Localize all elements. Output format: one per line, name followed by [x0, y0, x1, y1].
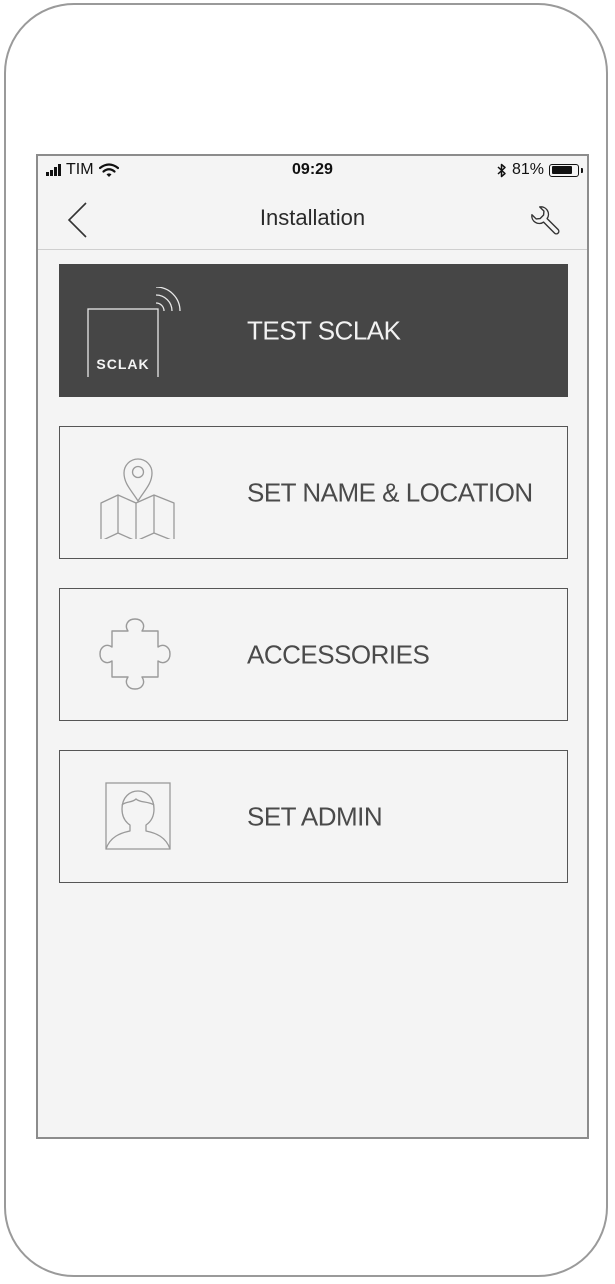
battery-percent: 81%: [511, 161, 544, 178]
menu-item-set-name-location[interactable]: SET NAME & LOCATION: [59, 426, 568, 559]
phone-frame: TIM 09:29 81% Installation SCLAK TEST SC…: [4, 3, 608, 1277]
bluetooth-icon: [497, 163, 506, 177]
menu-item-label: ACCESSORIES: [247, 639, 430, 669]
status-bar: TIM 09:29 81%: [38, 156, 587, 186]
map-pin-icon: [100, 458, 175, 539]
menu-item-label: TEST SCLAK: [247, 315, 401, 345]
battery-fill: [551, 166, 572, 174]
menu-item-accessories[interactable]: ACCESSORIES: [59, 588, 568, 721]
menu-item-label: SET NAME & LOCATION: [247, 477, 533, 507]
wrench-icon[interactable]: [525, 200, 565, 240]
user-portrait-icon: [105, 782, 171, 850]
status-bar-right: 81%: [497, 161, 583, 179]
sclak-logo-text: SCLAK: [96, 356, 149, 372]
battery-tip: [581, 167, 583, 173]
menu-item-test-sclak[interactable]: SCLAK TEST SCLAK: [59, 264, 568, 397]
page-title: Installation: [259, 205, 366, 230]
battery-icon: [549, 163, 583, 177]
menu-item-label: SET ADMIN: [247, 801, 383, 831]
sclak-device-icon: SCLAK: [87, 287, 181, 377]
navigation-bar: Installation: [38, 186, 587, 250]
installation-menu: SCLAK TEST SCLAK SET NAME & LOCATION ACC…: [59, 264, 568, 912]
app-screen: TIM 09:29 81% Installation SCLAK TEST SC…: [36, 154, 589, 1139]
menu-item-set-admin[interactable]: SET ADMIN: [59, 750, 568, 883]
puzzle-piece-icon: [99, 618, 171, 690]
